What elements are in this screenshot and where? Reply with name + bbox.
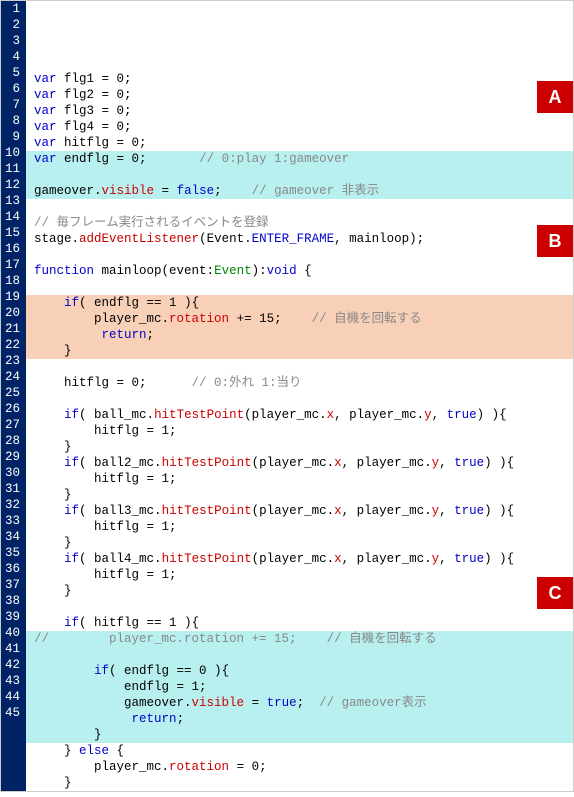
code-line: var flg4 = 0; [26, 119, 573, 135]
code-line: function mainloop(event:Event):void { [26, 263, 573, 279]
code-line [26, 391, 573, 407]
code-line: stage.addEventListener(Event.ENTER_FRAME… [26, 231, 573, 247]
line-number: 38 [5, 593, 20, 609]
line-number: 24 [5, 369, 20, 385]
code-line: } [26, 727, 573, 743]
line-number: 35 [5, 545, 20, 561]
code-line: var hitflg = 0; [26, 135, 573, 151]
code-line: return; [26, 711, 573, 727]
line-number: 23 [5, 353, 20, 369]
line-number: 41 [5, 641, 20, 657]
line-number: 14 [5, 209, 20, 225]
code-line [26, 199, 573, 215]
line-number: 1 [5, 1, 20, 17]
code-line: } [26, 775, 573, 791]
code-line: player_mc.rotation += 15; // 自機を回転する [26, 311, 573, 327]
code-line: } [26, 583, 573, 599]
code-line: gameover.visible = true; // gameover表示 [26, 695, 573, 711]
line-number: 21 [5, 321, 20, 337]
code-line: hitflg = 1; [26, 423, 573, 439]
code-line: var endflg = 0; // 0:play 1:gameover [26, 151, 573, 167]
line-number: 37 [5, 577, 20, 593]
line-number: 10 [5, 145, 20, 161]
line-number: 39 [5, 609, 20, 625]
code-line: } [26, 487, 573, 503]
line-number: 2 [5, 17, 20, 33]
line-number: 31 [5, 481, 20, 497]
line-number: 33 [5, 513, 20, 529]
line-number: 8 [5, 113, 20, 129]
line-number: 36 [5, 561, 20, 577]
code-line: player_mc.rotation = 0; [26, 759, 573, 775]
line-number: 30 [5, 465, 20, 481]
code-line [26, 599, 573, 615]
code-line: hitflg = 1; [26, 519, 573, 535]
line-number: 32 [5, 497, 20, 513]
code-line: } else { [26, 743, 573, 759]
line-number: 44 [5, 689, 20, 705]
line-number: 43 [5, 673, 20, 689]
code-area: A B C var flg1 = 0;var flg2 = 0;var flg3… [26, 1, 573, 791]
code-line: hitflg = 1; [26, 471, 573, 487]
code-line: } [26, 343, 573, 359]
line-number: 16 [5, 241, 20, 257]
code-line [26, 359, 573, 375]
line-number: 27 [5, 417, 20, 433]
code-line: return; [26, 327, 573, 343]
code-editor: 1234567891011121314151617181920212223242… [0, 0, 574, 792]
line-number: 3 [5, 33, 20, 49]
line-number: 19 [5, 289, 20, 305]
code-line: if( hitflg == 1 ){ [26, 615, 573, 631]
line-number: 34 [5, 529, 20, 545]
code-line: // 毎フレーム実行されるイベントを登録 [26, 215, 573, 231]
line-number: 29 [5, 449, 20, 465]
code-line: hitflg = 0; // 0:外れ 1:当り [26, 375, 573, 391]
line-number: 28 [5, 433, 20, 449]
line-number: 13 [5, 193, 20, 209]
line-number: 42 [5, 657, 20, 673]
code-line: if( ball4_mc.hitTestPoint(player_mc.x, p… [26, 551, 573, 567]
line-number: 45 [5, 705, 20, 721]
code-line: var flg3 = 0; [26, 103, 573, 119]
code-line: if( endflg == 0 ){ [26, 663, 573, 679]
line-number: 20 [5, 305, 20, 321]
line-number: 4 [5, 49, 20, 65]
line-number: 6 [5, 81, 20, 97]
code-line: var flg2 = 0; [26, 87, 573, 103]
line-number: 15 [5, 225, 20, 241]
line-number: 25 [5, 385, 20, 401]
line-number: 12 [5, 177, 20, 193]
code-line: endflg = 1; [26, 679, 573, 695]
line-number: 17 [5, 257, 20, 273]
code-line: gameover.visible = false; // gameover 非表… [26, 183, 573, 199]
code-line: if( ball2_mc.hitTestPoint(player_mc.x, p… [26, 455, 573, 471]
code-line [26, 247, 573, 263]
line-number: 7 [5, 97, 20, 113]
code-line: // player_mc.rotation += 15; // 自機を回転する [26, 631, 573, 647]
code-line: } [26, 535, 573, 551]
line-number: 5 [5, 65, 20, 81]
code-line: hitflg = 1; [26, 567, 573, 583]
line-number: 18 [5, 273, 20, 289]
code-line: if( ball_mc.hitTestPoint(player_mc.x, pl… [26, 407, 573, 423]
line-number: 26 [5, 401, 20, 417]
code-line [26, 167, 573, 183]
code-line: if( ball3_mc.hitTestPoint(player_mc.x, p… [26, 503, 573, 519]
code-line [26, 279, 573, 295]
code-line [26, 647, 573, 663]
line-number-gutter: 1234567891011121314151617181920212223242… [1, 1, 26, 791]
line-number: 40 [5, 625, 20, 641]
line-number: 11 [5, 161, 20, 177]
code-line: } [26, 439, 573, 455]
code-line: if( endflg == 1 ){ [26, 295, 573, 311]
line-number: 9 [5, 129, 20, 145]
code-line: var flg1 = 0; [26, 71, 573, 87]
line-number: 22 [5, 337, 20, 353]
